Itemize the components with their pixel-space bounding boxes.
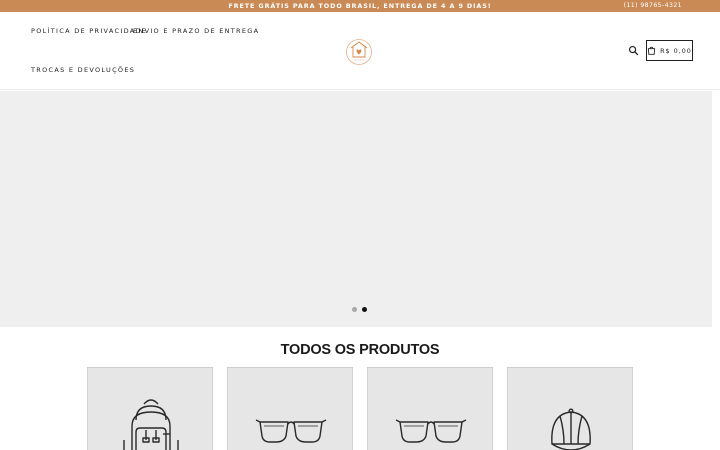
sunglasses-icon — [395, 419, 467, 443]
nav-link-shipping[interactable]: ENVIO E PRAZO DE ENTREGA — [133, 26, 259, 36]
shopping-bag-icon — [647, 46, 656, 55]
cap-icon — [551, 408, 591, 450]
product-card-sunglasses-1[interactable] — [227, 367, 353, 450]
cart-total: R$ 0,00 — [660, 46, 692, 55]
page-gutter — [712, 91, 720, 327]
announcement-text: FRETE GRÁTIS PARA TODO BRASIL, ENTREGA D… — [228, 2, 492, 10]
nav-link-returns[interactable]: TROCAS E DEVOLUÇÕES — [31, 65, 135, 75]
cart-button[interactable]: R$ 0,00 — [646, 40, 693, 61]
product-card-sunglasses-2[interactable] — [367, 367, 493, 450]
sunglasses-icon — [255, 419, 327, 443]
slide-dot-1[interactable] — [352, 307, 357, 312]
nav-link-privacy[interactable]: POLÍTICA DE PRIVACIDADE — [31, 26, 147, 36]
house-heart-logo[interactable] — [345, 38, 373, 66]
slide-dot-2-active[interactable] — [362, 307, 367, 312]
search-icon[interactable] — [628, 45, 639, 56]
product-card-cap[interactable] — [507, 367, 633, 450]
product-card-backpack[interactable] — [87, 367, 213, 450]
site-header: POLÍTICA DE PRIVACIDADE ENVIO E PRAZO DE… — [0, 12, 720, 90]
hero-slideshow[interactable] — [0, 91, 712, 327]
section-title: TODOS OS PRODUTOS — [280, 342, 440, 358]
announcement-bar: FRETE GRÁTIS PARA TODO BRASIL, ENTREGA D… — [0, 0, 720, 12]
announcement-phone[interactable]: (11) 98765-4321 — [624, 1, 682, 11]
backpack-icon — [123, 399, 179, 450]
